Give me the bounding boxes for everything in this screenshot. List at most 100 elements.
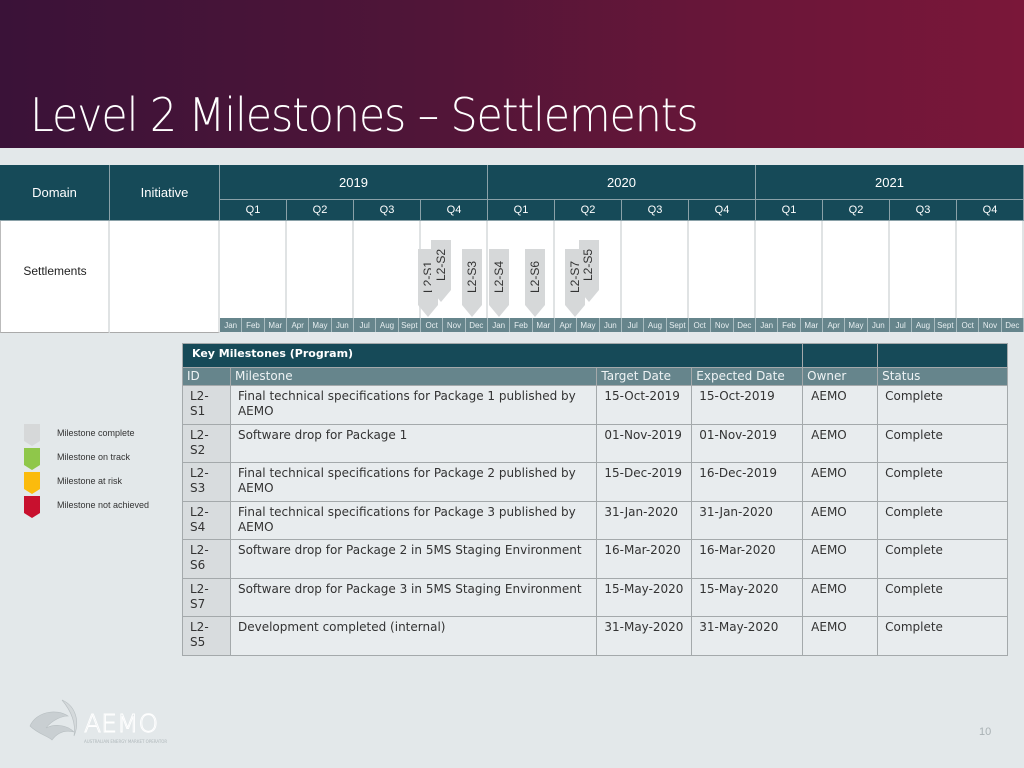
- month-label: Apr: [287, 318, 310, 332]
- cell-milestone: Software drop for Package 3 in 5MS Stagi…: [229, 577, 598, 617]
- milestone-marker-l2-s2[interactable]: L2-S2: [431, 240, 452, 302]
- cell-owner: AEMO: [802, 462, 879, 502]
- quarter-header: Q2: [555, 200, 622, 221]
- quarter-header: Q4: [421, 200, 488, 221]
- month-label: Jun: [599, 318, 622, 332]
- marker-label: L2-S3: [465, 260, 480, 294]
- marker-label: L2-S6: [527, 260, 542, 294]
- cell-milestone: Development completed (internal): [229, 616, 598, 656]
- milestone-swatch-icon: [24, 472, 40, 494]
- aemo-swirl-icon: AEMO AUSTRALIAN ENERGY MARKET OPERATOR: [29, 699, 167, 744]
- column-headers: ID Milestone Target Date Expected Date O…: [182, 367, 1008, 386]
- cell-id: L2-S5: [182, 616, 231, 656]
- table-row: L2-S6 Software drop for Package 2 in 5MS …: [182, 539, 1008, 579]
- quarter-column: [890, 221, 957, 318]
- quarter-column: [957, 221, 1024, 318]
- year-header: 2021: [756, 165, 1024, 200]
- month-label: Aug: [644, 318, 667, 332]
- month-label: Mar: [800, 318, 823, 332]
- cell-id: L2-S4: [182, 500, 231, 540]
- table-row: L2-S2 Software drop for Package 1 01-Nov-2…: [182, 423, 1008, 463]
- month-label: Jul: [354, 318, 377, 332]
- month-label: Aug: [376, 318, 399, 332]
- month-label: Feb: [510, 318, 533, 332]
- month-label: Nov: [979, 318, 1002, 332]
- month-label: Feb: [242, 318, 265, 332]
- cell-status: Complete: [877, 500, 1008, 540]
- col-id: ID: [182, 367, 231, 386]
- quarter-header: Q4: [689, 200, 756, 221]
- col-expected-date: Expected Date: [691, 367, 804, 386]
- month-label: Oct: [689, 318, 712, 332]
- month-label: Sept: [398, 318, 421, 332]
- cell-expected-date: 16-Dec-2019: [691, 462, 804, 502]
- month-label: Dec: [465, 318, 488, 332]
- slide-title: Level 2 Milestones – Settlements: [30, 88, 699, 142]
- quarter-column: [756, 221, 823, 318]
- cell-status: Complete: [877, 462, 1008, 502]
- cell-expected-date: 01-Nov-2019: [691, 423, 804, 463]
- month-label: Dec: [733, 318, 756, 332]
- title-banner: Level 2 Milestones – Settlements: [0, 0, 1024, 148]
- page-number: 10: [979, 726, 992, 738]
- milestone-marker-l2-s4[interactable]: L2-S4: [489, 249, 510, 317]
- table-row: L2-S1 Final technical specifications for …: [182, 385, 1008, 425]
- cell-milestone: Software drop for Package 2 in 5MS Stagi…: [229, 539, 598, 579]
- quarter-column: [220, 221, 287, 318]
- milestone-marker-l2-s6[interactable]: L2-S6: [524, 249, 545, 317]
- month-label: Apr: [823, 318, 846, 332]
- cell-target-date: 31-May-2020: [596, 616, 693, 656]
- roadmap-grid: Domain Initiative Settlements 2019 Q1 Q2 Q3…: [0, 165, 1024, 333]
- milestone-swatch-icon: [24, 424, 40, 446]
- cell-owner: AEMO: [802, 577, 879, 617]
- month-label: Aug: [912, 318, 935, 332]
- cell-id: L2-S2: [182, 423, 231, 463]
- month-label: Jun: [331, 318, 354, 332]
- month-label: Oct: [957, 318, 980, 332]
- table-row: L2-S7 Software drop for Package 3 in 5MS …: [182, 577, 1008, 617]
- cell-status: Complete: [877, 616, 1008, 656]
- cell-milestone: Final technical specifications for Packa…: [229, 462, 598, 502]
- table-row: L2-S3 Final technical specifications for …: [182, 462, 1008, 502]
- quarter-header: Q2: [823, 200, 890, 221]
- milestone-marker-l2-s5[interactable]: L2-S5: [578, 240, 599, 302]
- cell-target-date: 15-Dec-2019: [596, 462, 693, 502]
- month-label: Oct: [421, 318, 444, 332]
- month-label: Nov: [443, 318, 466, 332]
- month-label: Sept: [666, 318, 689, 332]
- year-header: 2020: [488, 165, 756, 200]
- month-label: Jul: [622, 318, 645, 332]
- initiative-cell: [110, 221, 220, 333]
- milestone-swatch-icon: [24, 496, 40, 518]
- month-label: Jul: [890, 318, 913, 332]
- col-owner: Owner: [802, 367, 879, 386]
- quarter-column: [354, 221, 421, 318]
- cell-owner: AEMO: [802, 539, 879, 579]
- quarter-header: Q3: [890, 200, 957, 221]
- cell-expected-date: 15-Oct-2019: [691, 385, 804, 425]
- quarter-header: Q1: [488, 200, 555, 221]
- month-label: Jun: [867, 318, 890, 332]
- marker-label: L2-S4: [492, 260, 507, 294]
- quarter-header: Q3: [622, 200, 689, 221]
- milestone-marker-l2-s3[interactable]: L2-S3: [462, 249, 483, 317]
- month-label: Feb: [778, 318, 801, 332]
- marker-label: L2-S5: [581, 248, 596, 282]
- month-label: May: [845, 318, 868, 332]
- table-title: Key Milestones (Program): [181, 343, 804, 368]
- cell-target-date: 15-Oct-2019: [596, 385, 693, 425]
- quarter-column: [622, 221, 689, 318]
- quarter-header: Q1: [220, 200, 287, 221]
- cell-milestone: Final technical specifications for Packa…: [229, 500, 598, 540]
- col-milestone: Milestone: [229, 367, 598, 386]
- month-label: Jan: [488, 318, 511, 332]
- month-label: May: [309, 318, 332, 332]
- cell-milestone: Software drop for Package 1: [229, 423, 598, 463]
- col-status: Status: [877, 367, 1008, 386]
- cell-status: Complete: [877, 539, 1008, 579]
- logo-wordmark: AEMO: [84, 709, 158, 738]
- quarter-header: Q1: [756, 200, 823, 221]
- cell-target-date: 15-May-2020: [596, 577, 693, 617]
- quarter-header: Q2: [287, 200, 354, 221]
- domain-header: Domain: [0, 165, 110, 221]
